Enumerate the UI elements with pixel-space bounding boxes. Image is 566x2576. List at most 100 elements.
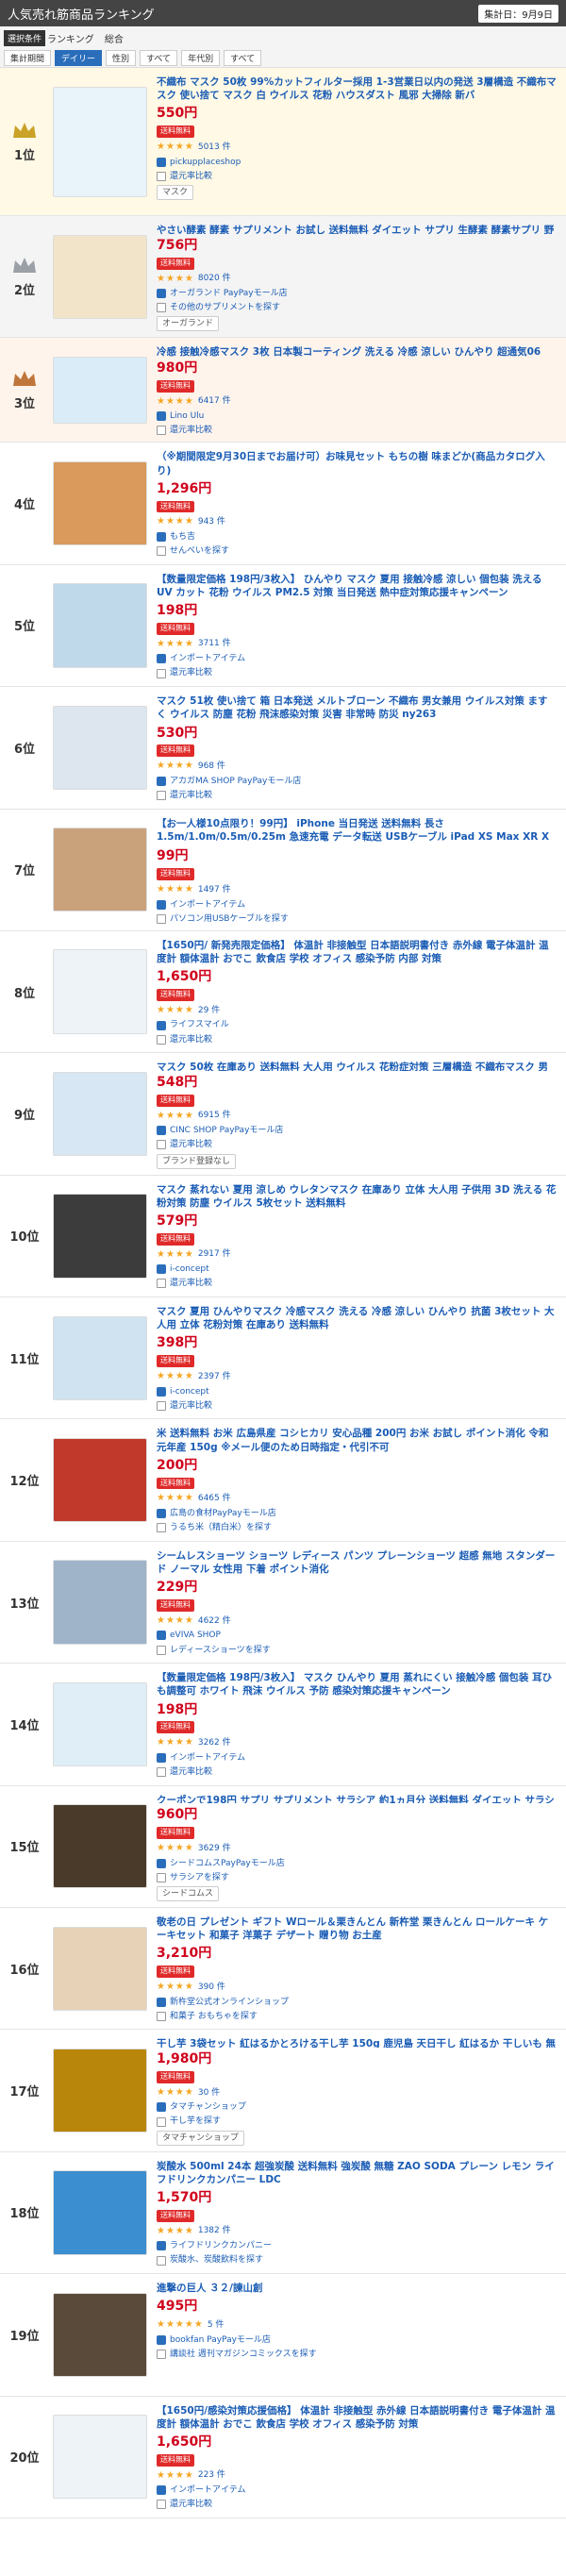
review-count-link[interactable]: 968 件	[198, 761, 225, 772]
shop-link[interactable]: pickupplaceshop	[170, 157, 241, 168]
product-thumbnail[interactable]	[49, 2397, 151, 2517]
product-thumbnail[interactable]	[49, 810, 151, 930]
product-title-link[interactable]: 干し芋 3袋セット 紅はるかとろける干し芋 150g 鹿児島 天日干し 紅はるか…	[157, 2037, 557, 2048]
review-count-link[interactable]: 3262 件	[198, 1737, 231, 1748]
brand-tag[interactable]: シードコムス	[157, 1885, 220, 1901]
shop-link[interactable]: eVIVA SHOP	[170, 1630, 221, 1641]
product-image[interactable]	[53, 2170, 147, 2255]
filter-tab[interactable]: すべて	[224, 50, 262, 66]
ranking-row[interactable]: 18位 炭酸水 500ml 24本 超強炭酸 送料無料 強炭酸 無糖 ZAO S…	[0, 2152, 566, 2275]
product-thumbnail[interactable]	[49, 1664, 151, 1784]
product-title-link[interactable]: 【お一人様10点限り！99円】 iPhone 当日発送 送料無料 長さ 1.5m…	[157, 817, 557, 845]
product-title-link[interactable]: マスク 50枚 在庫あり 送料無料 大人用 ウイルス 花粉症対策 三層構造 不織…	[157, 1061, 557, 1071]
shop-link[interactable]: タマチャンショップ	[170, 2101, 246, 2113]
compare-link[interactable]: 還元率比較	[170, 1034, 212, 1045]
review-count-link[interactable]: 390 件	[198, 1982, 225, 1993]
product-image[interactable]	[53, 949, 147, 1034]
product-thumbnail[interactable]	[49, 2274, 151, 2395]
product-thumbnail[interactable]	[49, 216, 151, 337]
ranking-row[interactable]: 4位 （※期間限定9月30日までお届け可）お味見セット もちの樹 味まどか(商品…	[0, 443, 566, 565]
compare-link[interactable]: 還元率比較	[170, 790, 212, 801]
compare-link[interactable]: 還元率比較	[170, 171, 212, 182]
ranking-row[interactable]: 20位 【1650円/感染対策応援価格】 体温計 非接触型 赤外線 日本語説明書…	[0, 2397, 566, 2518]
product-image[interactable]	[53, 460, 147, 546]
review-count-link[interactable]: 29 件	[198, 1005, 220, 1016]
filter-tab[interactable]: 性別	[106, 50, 137, 66]
brand-tag[interactable]: タマチャンショップ	[157, 2130, 244, 2146]
filter-tab[interactable]: 集計期間	[4, 50, 52, 66]
shop-link[interactable]: もち吉	[170, 531, 195, 543]
filter-tab[interactable]: すべて	[140, 50, 178, 66]
shop-link[interactable]: i-concept	[170, 1263, 209, 1275]
ranking-row[interactable]: 15位 クーポンで198円 サプリ サプリメント サラシア 約1ヵ月分 送料無料…	[0, 1786, 566, 1908]
compare-link[interactable]: パソコン用USBケーブルを探す	[170, 913, 289, 925]
shop-link[interactable]: 広島の食材PayPayモール店	[170, 1508, 276, 1519]
product-thumbnail[interactable]	[49, 931, 151, 1052]
product-title-link[interactable]: 不織布 マスク 50枚 99%カットフィルター採用 1-3営業日以内の発送 3層…	[157, 75, 557, 102]
ranking-row[interactable]: 1位 不織布 マスク 50枚 99%カットフィルター採用 1-3営業日以内の発送…	[0, 68, 566, 217]
review-count-link[interactable]: 1382 件	[198, 2225, 231, 2236]
product-image[interactable]	[53, 2048, 147, 2133]
shop-link[interactable]: i-concept	[170, 1386, 209, 1397]
compare-link[interactable]: 講談社 週刊マガジンコミックスを探す	[170, 2349, 317, 2360]
ranking-row[interactable]: 8位 【1650円/ 新発売限定価格】 体温計 非接触型 日本語説明書付き 赤外…	[0, 931, 566, 1054]
product-title-link[interactable]: マスク 51枚 使い捨て 箱 日本発送 メルトブローン 不織布 男女兼用 ウイル…	[157, 694, 557, 721]
category-item[interactable]: 総合	[105, 35, 124, 45]
product-image[interactable]	[53, 2292, 147, 2378]
product-image[interactable]	[53, 1681, 147, 1767]
product-image[interactable]	[53, 1071, 147, 1157]
review-count-link[interactable]: 4622 件	[198, 1615, 231, 1627]
product-thumbnail[interactable]	[49, 2152, 151, 2273]
product-thumbnail[interactable]	[49, 687, 151, 808]
product-thumbnail[interactable]	[49, 443, 151, 563]
review-count-link[interactable]: 30 件	[198, 2087, 220, 2099]
product-title-link[interactable]: マスク 夏用 ひんやりマスク 冷感マスク 洗える 冷感 涼しい ひんやり 抗菌 …	[157, 1305, 557, 1331]
shop-link[interactable]: ライフスマイル	[170, 1019, 229, 1030]
review-count-link[interactable]: 6465 件	[198, 1493, 231, 1504]
review-count-link[interactable]: 5013 件	[198, 142, 231, 153]
compare-link[interactable]: サラシアを探す	[170, 1872, 229, 1883]
review-count-link[interactable]: 6417 件	[198, 395, 231, 407]
compare-link[interactable]: 和菓子 おもちゃを探す	[170, 2011, 258, 2022]
filter-tab[interactable]: 年代別	[181, 50, 221, 66]
category-item[interactable]: ランキング	[47, 35, 94, 45]
compare-link[interactable]: 還元率比較	[170, 2499, 212, 2510]
product-title-link[interactable]: 【1650円/感染対策応援価格】 体温計 非接触型 赤外線 日本語説明書付き 電…	[157, 2404, 557, 2431]
product-image[interactable]	[53, 356, 147, 424]
review-count-link[interactable]: 8020 件	[198, 273, 231, 284]
shop-link[interactable]: インポートアイテム	[170, 1752, 245, 1764]
product-title-link[interactable]: 炭酸水 500ml 24本 超強炭酸 送料無料 強炭酸 無糖 ZAO SODA …	[157, 2160, 557, 2186]
product-thumbnail[interactable]	[49, 1542, 151, 1663]
compare-link[interactable]: 炭酸水、炭酸飲料を探す	[170, 2254, 263, 2266]
ranking-row[interactable]: 2位 やさい酵素 酵素 サプリメント お試し 送料無料 ダイエット サプリ 生酵…	[0, 216, 566, 339]
compare-link[interactable]: 還元率比較	[170, 667, 212, 678]
ranking-row[interactable]: 17位 干し芋 3袋セット 紅はるかとろける干し芋 150g 鹿児島 天日干し …	[0, 2030, 566, 2152]
ranking-row[interactable]: 13位 シームレスショーツ ショーツ レディース パンツ プレーンショーツ 超感…	[0, 1542, 566, 1664]
product-thumbnail[interactable]	[49, 1176, 151, 1296]
shop-link[interactable]: アカガMA SHOP PayPayモール店	[170, 776, 301, 787]
ranking-row[interactable]: 5位 【数量限定価格 198円/3枚入】 ひんやり マスク 夏用 接触冷感 涼し…	[0, 565, 566, 688]
compare-link[interactable]: レディースショーツを探す	[170, 1645, 271, 1656]
product-title-link[interactable]: マスク 蒸れない 夏用 涼しめ ウレタンマスク 在庫あり 立体 大人用 子供用 …	[157, 1183, 557, 1210]
review-count-link[interactable]: 3629 件	[198, 1843, 231, 1854]
product-title-link[interactable]: 【数量限定価格 198円/3枚入】 ひんやり マスク 夏用 接触冷感 涼しい 個…	[157, 573, 557, 599]
shop-link[interactable]: bookfan PayPayモール店	[170, 2334, 271, 2346]
brand-tag[interactable]: オーガランド	[157, 316, 220, 332]
shop-link[interactable]: インポートアイテム	[170, 653, 245, 664]
product-title-link[interactable]: 米 送料無料 お米 広島県産 コシヒカリ 安心品種 200円 お米 お試し ポイ…	[157, 1427, 557, 1453]
product-title-link[interactable]: やさい酵素 酵素 サプリメント お試し 送料無料 ダイエット サプリ 生酵素 酵…	[157, 224, 557, 234]
shop-link[interactable]: オーガランド PayPayモール店	[170, 288, 288, 299]
compare-link[interactable]: 還元率比較	[170, 1278, 212, 1289]
shop-link[interactable]: インポートアイテム	[170, 899, 245, 911]
review-count-link[interactable]: 5 件	[208, 2319, 225, 2331]
review-count-link[interactable]: 223 件	[198, 2469, 225, 2481]
product-image[interactable]	[53, 86, 147, 197]
compare-link[interactable]: うるち米（精白米）を探す	[170, 1522, 272, 1533]
product-title-link[interactable]: 敬老の日 プレゼント ギフト Wロール＆栗きんとん 新杵堂 栗きんとん ロールケ…	[157, 1915, 557, 1942]
compare-link[interactable]: せんべいを探す	[170, 545, 229, 557]
product-thumbnail[interactable]	[49, 565, 151, 686]
product-thumbnail[interactable]	[49, 1419, 151, 1540]
product-image[interactable]	[53, 1437, 147, 1523]
ranking-row[interactable]: 7位 【お一人様10点限り！99円】 iPhone 当日発送 送料無料 長さ 1…	[0, 810, 566, 931]
review-count-link[interactable]: 2917 件	[198, 1248, 231, 1260]
